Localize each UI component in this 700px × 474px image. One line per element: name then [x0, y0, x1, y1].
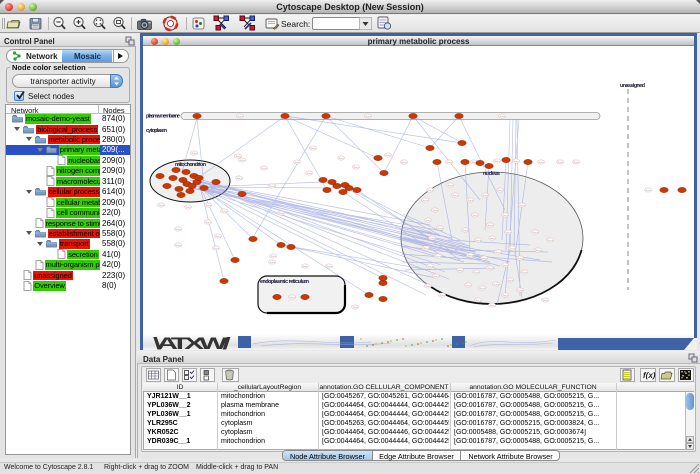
- svg-text:Ybx-x: Ybx-x: [535, 250, 541, 252]
- svg-text:Ybx-x: Ybx-x: [236, 178, 242, 180]
- svg-text:Ybx-x: Ybx-x: [517, 258, 523, 260]
- svg-text:Ybx-x: Ybx-x: [475, 240, 481, 242]
- svg-text:Ybx-x: Ybx-x: [261, 168, 267, 170]
- svg-text:Ybx-x: Ybx-x: [499, 116, 505, 118]
- svg-text:Ybx-x: Ybx-x: [521, 272, 527, 274]
- svg-text:Ybx-x: Ybx-x: [175, 245, 181, 247]
- svg-text:endoplasmic reticulum: endoplasmic reticulum: [260, 279, 309, 285]
- svg-text:Ybx-x: Ybx-x: [306, 173, 312, 175]
- svg-text:Ybx-x: Ybx-x: [467, 200, 473, 202]
- svg-text:f(x): f(x): [643, 371, 656, 380]
- svg-text:Ybx-x: Ybx-x: [482, 195, 488, 197]
- svg-text:Ybx-x: Ybx-x: [513, 161, 519, 163]
- svg-text:Ybx-x: Ybx-x: [365, 116, 371, 118]
- svg-text:Ybx-x: Ybx-x: [205, 205, 211, 207]
- svg-text:Ybx-x: Ybx-x: [237, 116, 243, 118]
- svg-text:Ybx-x: Ybx-x: [302, 266, 308, 268]
- svg-text:Ybx-x: Ybx-x: [353, 167, 359, 169]
- svg-text:Ybx-x: Ybx-x: [385, 155, 391, 157]
- svg-text:Ybx-x: Ybx-x: [437, 228, 443, 230]
- svg-text:Ybx-x: Ybx-x: [439, 295, 445, 297]
- svg-text:Ybx-x: Ybx-x: [505, 232, 511, 234]
- svg-text:cytoplasm: cytoplasm: [146, 128, 167, 134]
- svg-text:Ybx-x: Ybx-x: [432, 210, 438, 212]
- svg-text:Ybx-x: Ybx-x: [479, 288, 485, 290]
- svg-text:Ybx-x: Ybx-x: [487, 225, 493, 227]
- svg-text:Ybx-x: Ybx-x: [401, 162, 407, 164]
- svg-text:Ybx-x: Ybx-x: [452, 195, 458, 197]
- svg-text:Ybx-x: Ybx-x: [294, 162, 300, 164]
- svg-text:Ybx-x: Ybx-x: [462, 230, 468, 232]
- svg-text:Ybx-x: Ybx-x: [519, 205, 525, 207]
- svg-text:Ybx-x: Ybx-x: [425, 286, 431, 288]
- svg-text:Ybx-x: Ybx-x: [185, 207, 191, 209]
- svg-text:Ybx-x: Ybx-x: [422, 200, 428, 202]
- svg-text:Ybx-x: Ybx-x: [538, 162, 544, 164]
- svg-text:Ybx-x: Ybx-x: [429, 238, 435, 240]
- svg-text:Ybx-x: Ybx-x: [427, 190, 433, 192]
- svg-text:nucleus: nucleus: [483, 171, 500, 177]
- svg-text:Ybx-x: Ybx-x: [423, 248, 429, 250]
- svg-text:Ybx-x: Ybx-x: [489, 305, 495, 307]
- svg-text:Ybx-x: Ybx-x: [278, 213, 284, 215]
- svg-text:Ybx-x: Ybx-x: [326, 266, 332, 268]
- svg-text:Ybx-x: Ybx-x: [310, 148, 316, 150]
- svg-text:Ybx-x: Ybx-x: [502, 215, 508, 217]
- svg-text:Ybx-x: Ybx-x: [425, 220, 431, 222]
- svg-text:Ybx-x: Ybx-x: [497, 190, 503, 192]
- svg-text:Ybx-x: Ybx-x: [495, 252, 501, 254]
- svg-text:Ybx-x: Ybx-x: [269, 262, 275, 264]
- svg-text:Ybx-x: Ybx-x: [435, 256, 441, 258]
- svg-text:Ybx-x: Ybx-x: [205, 222, 211, 224]
- svg-text:Ybx-x: Ybx-x: [494, 161, 500, 163]
- svg-text:Ybx-x: Ybx-x: [472, 215, 478, 217]
- svg-text:Ybx-x: Ybx-x: [542, 300, 548, 302]
- svg-text:Ybx-x: Ybx-x: [517, 290, 523, 292]
- svg-text:Ybx-x: Ybx-x: [213, 248, 219, 250]
- svg-text:Ybx-x: Ybx-x: [645, 190, 651, 192]
- svg-text:plasma membrane: plasma membrane: [146, 114, 180, 120]
- svg-text:Ybx-x: Ybx-x: [175, 229, 181, 231]
- svg-text:Ybx-x: Ybx-x: [427, 266, 433, 268]
- svg-text:Ybx-x: Ybx-x: [235, 156, 241, 158]
- svg-text:Ybx-x: Ybx-x: [269, 186, 275, 188]
- svg-text:Ybx-x: Ybx-x: [481, 258, 487, 260]
- svg-text:Ybx-x: Ybx-x: [221, 211, 227, 213]
- svg-text:Ybx-x: Ybx-x: [433, 276, 439, 278]
- svg-text:Ybx-x: Ybx-x: [573, 162, 579, 164]
- svg-text:unassigned: unassigned: [620, 83, 645, 89]
- svg-text:Ybx-x: Ybx-x: [493, 284, 499, 286]
- svg-text:Ybx-x: Ybx-x: [487, 268, 493, 270]
- svg-text:Ybx-x: Ybx-x: [289, 297, 295, 299]
- svg-text:Ybx-x: Ybx-x: [465, 285, 471, 287]
- svg-text:Ybx-x: Ybx-x: [475, 300, 481, 302]
- svg-text:Ybx-x: Ybx-x: [215, 236, 221, 238]
- svg-text:Ybx-x: Ybx-x: [191, 153, 197, 155]
- svg-text:Ybx-x: Ybx-x: [467, 255, 473, 257]
- svg-text:Ybx-x: Ybx-x: [352, 307, 358, 309]
- svg-text:Ybx-x: Ybx-x: [447, 185, 453, 187]
- svg-text:Ybx-x: Ybx-x: [502, 295, 508, 297]
- svg-text:Ybx-x: Ybx-x: [158, 205, 164, 207]
- svg-text:Ybx-x: Ybx-x: [239, 160, 245, 162]
- svg-text:Ybx-x: Ybx-x: [473, 272, 479, 274]
- svg-text:Ybx-x: Ybx-x: [489, 238, 495, 240]
- svg-text:Ybx-x: Ybx-x: [338, 158, 344, 160]
- svg-text:Ybx-x: Ybx-x: [446, 162, 452, 164]
- svg-text:Ybx-x: Ybx-x: [547, 240, 553, 242]
- svg-text:Ybx-x: Ybx-x: [557, 162, 563, 164]
- svg-text:Ybx-x: Ybx-x: [509, 248, 515, 250]
- svg-text:Ybx-x: Ybx-x: [532, 232, 538, 234]
- svg-text:Ybx-x: Ybx-x: [507, 280, 513, 282]
- svg-text:Ybx-x: Ybx-x: [502, 265, 508, 267]
- svg-text:Ybx-x: Ybx-x: [270, 256, 276, 258]
- svg-text:Ybx-x: Ybx-x: [457, 270, 463, 272]
